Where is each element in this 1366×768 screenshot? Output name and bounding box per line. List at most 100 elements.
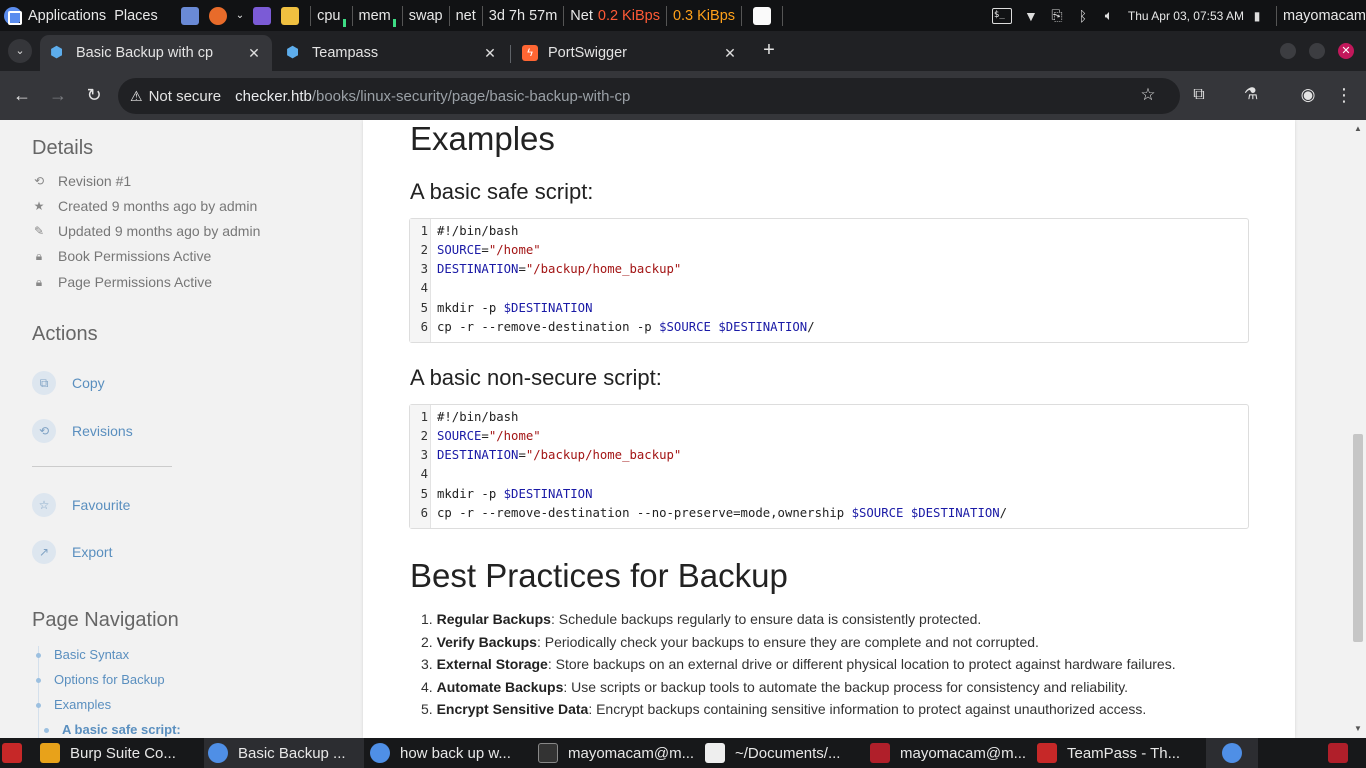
task-terminal-2[interactable]: mayomacam@m... bbox=[870, 738, 1032, 768]
page-permissions[interactable]: 🔒︎ Page Permissions Active bbox=[32, 274, 212, 290]
task-terminal[interactable]: mayomacam@m... bbox=[538, 738, 700, 768]
tab-basic-backup[interactable]: ⬢ Basic Backup with cp ✕ bbox=[40, 35, 272, 71]
user-menu[interactable]: mayomacam bbox=[1283, 8, 1366, 24]
terminal-icon[interactable]: $_ bbox=[991, 7, 1012, 24]
list-item: 5. Encrypt Sensitive Data: Encrypt backu… bbox=[421, 701, 1147, 717]
task-chrome-small[interactable] bbox=[1206, 738, 1258, 768]
code-line: 6 cp -r --remove-destination --no-preserv… bbox=[420, 506, 1008, 520]
nav-basic-safe-script[interactable]: A basic safe script: bbox=[44, 722, 181, 737]
cpu-monitor: cpu bbox=[317, 7, 341, 24]
updated-text: Updated 9 months ago by admin bbox=[58, 223, 261, 239]
wifi-icon[interactable]: ▼ bbox=[1021, 8, 1041, 24]
task-how-back-up[interactable]: how back up w... bbox=[370, 738, 532, 768]
reload-button[interactable]: ↻ bbox=[82, 83, 106, 107]
back-button[interactable]: ← bbox=[10, 83, 34, 107]
scroll-up-icon[interactable]: ▲ bbox=[1354, 124, 1362, 133]
page-permissions-text: Page Permissions Active bbox=[58, 274, 213, 290]
tab-search-icon[interactable]: ⌄ bbox=[8, 39, 32, 63]
task-basic-backup[interactable]: Basic Backup ... bbox=[204, 738, 364, 768]
forward-button[interactable]: → bbox=[46, 83, 70, 107]
address-bar[interactable]: ⚠ Not secure checker.htb/books/linux-sec… bbox=[118, 78, 1180, 114]
clock[interactable]: Thu Apr 03, 07:53 AM bbox=[1128, 9, 1244, 23]
screenshot-icon[interactable] bbox=[253, 6, 272, 25]
menu-kebab-icon[interactable]: ⋮ bbox=[1332, 83, 1356, 107]
nav-basic-syntax[interactable]: Basic Syntax bbox=[35, 647, 129, 662]
revisions-action[interactable]: ⟲ Revisions bbox=[32, 419, 133, 443]
bluetooth-icon[interactable]: ᛒ bbox=[1073, 8, 1093, 24]
close-icon[interactable]: ✕ bbox=[482, 45, 498, 62]
code-line: 3 DESTINATION="/backup/home_backup" bbox=[420, 262, 682, 276]
net-up-speed: 0.3 KiBps bbox=[672, 7, 736, 24]
mail-icon[interactable] bbox=[281, 6, 300, 25]
task-title: mayomacam@m... bbox=[568, 744, 695, 762]
window-close-button[interactable]: ✕ bbox=[1338, 43, 1354, 59]
task-documents[interactable]: ~/Documents/... bbox=[705, 738, 865, 768]
history-icon: ⟲ bbox=[32, 419, 56, 443]
applications-menu[interactable]: Applications bbox=[0, 0, 106, 31]
chrome-icon bbox=[370, 743, 390, 763]
places-menu[interactable]: Places bbox=[114, 8, 158, 24]
tab-portswigger[interactable]: ϟ PortSwigger ✕ bbox=[512, 35, 748, 71]
terminal-icon bbox=[538, 743, 558, 763]
lock-icon: 🔒︎ bbox=[35, 274, 43, 289]
url-host[interactable]: checker.htb bbox=[235, 88, 312, 105]
cpu-bar bbox=[342, 19, 346, 27]
code-line: 1 #!/bin/bash bbox=[420, 224, 519, 238]
extensions-icon[interactable]: ⧉ bbox=[1187, 83, 1211, 107]
mem-monitor: mem bbox=[358, 7, 391, 24]
task-title: TeamPass - Th... bbox=[1067, 744, 1181, 762]
list-item: 3. External Storage: Store backups on an… bbox=[421, 656, 1176, 672]
tab-teampass[interactable]: ⬢ Teampass ✕ bbox=[276, 35, 508, 71]
firefox-icon[interactable] bbox=[208, 6, 227, 25]
mem-bar bbox=[392, 19, 396, 27]
favourite-action[interactable]: ☆ Favourite bbox=[32, 493, 130, 517]
task-burp[interactable]: Burp Suite Co... bbox=[40, 738, 200, 768]
copy-action[interactable]: ⧉ Copy bbox=[32, 371, 105, 395]
profile-icon[interactable]: ◉ bbox=[1296, 83, 1320, 107]
minimize-button[interactable] bbox=[1280, 43, 1296, 59]
book-permissions[interactable]: 🔒︎ Book Permissions Active bbox=[32, 248, 212, 264]
paperclip-icon[interactable]: ⎘ bbox=[1047, 7, 1067, 24]
volume-icon[interactable]: 🔈︎ bbox=[1099, 7, 1119, 24]
new-tab-button[interactable]: + bbox=[758, 39, 780, 62]
nav-options-for-backup[interactable]: Options for Backup bbox=[36, 672, 165, 687]
show-desktop-button[interactable] bbox=[2, 738, 28, 768]
workspace-switcher[interactable] bbox=[1328, 738, 1350, 768]
copy-icon: ⧉ bbox=[32, 371, 56, 395]
code-line: 2 SOURCE="/home" bbox=[420, 429, 541, 443]
system-panel: Applications Places ⌄ cpu mem swap net 3… bbox=[0, 0, 1366, 31]
security-indicator[interactable]: Not secure bbox=[149, 88, 222, 105]
export-icon: ↗ bbox=[32, 540, 56, 564]
bookstack-icon: ⬢ bbox=[50, 44, 64, 61]
scrollbar[interactable] bbox=[1351, 120, 1366, 738]
code-line: 3 DESTINATION="/backup/home_backup" bbox=[420, 448, 682, 462]
task-title: Burp Suite Co... bbox=[70, 744, 176, 762]
best-practices-heading: Best Practices for Backup bbox=[410, 557, 788, 594]
swap-monitor: swap bbox=[408, 7, 443, 24]
export-action[interactable]: ↗ Export bbox=[32, 540, 112, 564]
nav-examples[interactable]: Examples bbox=[35, 697, 111, 712]
scroll-down-icon[interactable]: ▼ bbox=[1354, 724, 1362, 733]
labs-flask-icon[interactable]: ⚗ bbox=[1239, 83, 1263, 107]
close-icon[interactable]: ✕ bbox=[246, 45, 262, 62]
net-down-speed: 0.2 KiBps bbox=[597, 7, 660, 24]
code-line: 2 SOURCE="/home" bbox=[420, 243, 541, 257]
book-permissions-text: Book Permissions Active bbox=[58, 248, 212, 264]
url-path[interactable]: /books/linux-security/page/basic-backup-… bbox=[312, 88, 630, 105]
nav-tree-line bbox=[38, 646, 39, 738]
updated-info: ✎ Updated 9 months ago by admin bbox=[32, 223, 260, 239]
battery-icon[interactable]: ▮ bbox=[1247, 9, 1267, 23]
network-tool-icon[interactable] bbox=[180, 6, 199, 25]
document-icon[interactable] bbox=[753, 6, 772, 25]
chevron-down-icon[interactable]: ⌄ bbox=[236, 10, 244, 21]
bookmark-star-icon[interactable]: ☆ bbox=[1136, 83, 1160, 107]
scrollbar-thumb[interactable] bbox=[1353, 434, 1363, 642]
safe-code-block[interactable]: 1 #!/bin/bash 2 SOURCE="/home" 3 DESTINATIO… bbox=[409, 218, 1249, 343]
task-teampass[interactable]: TeamPass - Th... bbox=[1037, 738, 1199, 768]
revision-link[interactable]: ⟲ Revision #1 bbox=[32, 173, 131, 189]
uptime: 3d 7h 57m bbox=[488, 7, 558, 24]
maximize-button[interactable] bbox=[1309, 43, 1325, 59]
nonsecure-code-block[interactable]: 1 #!/bin/bash 2 SOURCE="/home" 3 DESTINATIO… bbox=[409, 404, 1249, 529]
warning-icon[interactable]: ⚠ bbox=[130, 88, 143, 105]
close-icon[interactable]: ✕ bbox=[722, 45, 738, 62]
